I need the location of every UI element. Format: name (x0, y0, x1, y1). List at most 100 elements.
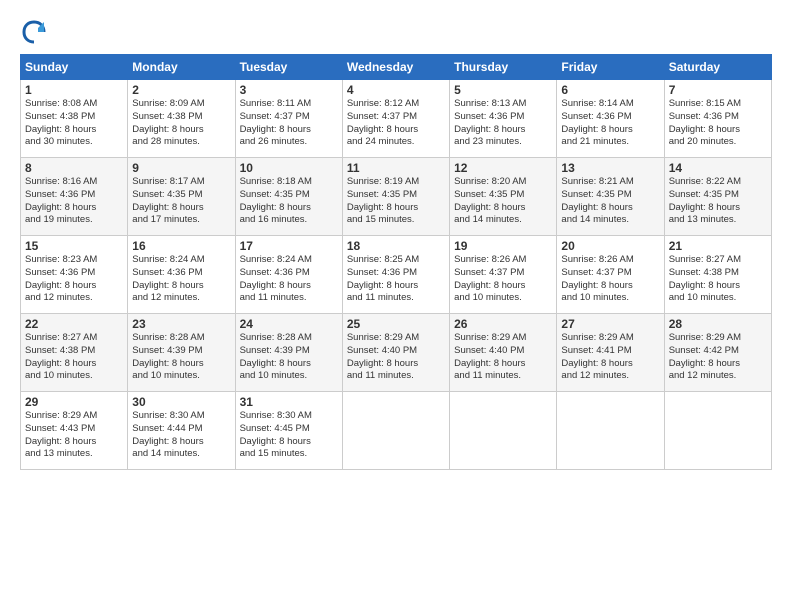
col-header-friday: Friday (557, 55, 664, 80)
day-cell: 28Sunrise: 8:29 AM Sunset: 4:42 PM Dayli… (664, 314, 771, 392)
day-cell: 13Sunrise: 8:21 AM Sunset: 4:35 PM Dayli… (557, 158, 664, 236)
day-number: 12 (454, 161, 552, 175)
day-number: 4 (347, 83, 445, 97)
day-info: Sunrise: 8:12 AM Sunset: 4:37 PM Dayligh… (347, 98, 445, 149)
day-number: 30 (132, 395, 230, 409)
day-info: Sunrise: 8:23 AM Sunset: 4:36 PM Dayligh… (25, 254, 123, 305)
day-number: 28 (669, 317, 767, 331)
day-number: 18 (347, 239, 445, 253)
day-cell: 16Sunrise: 8:24 AM Sunset: 4:36 PM Dayli… (128, 236, 235, 314)
week-row-5: 29Sunrise: 8:29 AM Sunset: 4:43 PM Dayli… (21, 392, 772, 470)
week-row-1: 1Sunrise: 8:08 AM Sunset: 4:38 PM Daylig… (21, 80, 772, 158)
day-number: 11 (347, 161, 445, 175)
day-cell: 24Sunrise: 8:28 AM Sunset: 4:39 PM Dayli… (235, 314, 342, 392)
day-cell: 30Sunrise: 8:30 AM Sunset: 4:44 PM Dayli… (128, 392, 235, 470)
day-number: 7 (669, 83, 767, 97)
day-info: Sunrise: 8:24 AM Sunset: 4:36 PM Dayligh… (240, 254, 338, 305)
day-cell: 4Sunrise: 8:12 AM Sunset: 4:37 PM Daylig… (342, 80, 449, 158)
day-number: 19 (454, 239, 552, 253)
header (20, 18, 772, 46)
day-cell: 19Sunrise: 8:26 AM Sunset: 4:37 PM Dayli… (450, 236, 557, 314)
day-number: 31 (240, 395, 338, 409)
day-info: Sunrise: 8:26 AM Sunset: 4:37 PM Dayligh… (454, 254, 552, 305)
day-cell: 26Sunrise: 8:29 AM Sunset: 4:40 PM Dayli… (450, 314, 557, 392)
day-cell (450, 392, 557, 470)
day-cell: 9Sunrise: 8:17 AM Sunset: 4:35 PM Daylig… (128, 158, 235, 236)
day-info: Sunrise: 8:20 AM Sunset: 4:35 PM Dayligh… (454, 176, 552, 227)
week-row-4: 22Sunrise: 8:27 AM Sunset: 4:38 PM Dayli… (21, 314, 772, 392)
day-number: 13 (561, 161, 659, 175)
day-number: 15 (25, 239, 123, 253)
day-cell: 14Sunrise: 8:22 AM Sunset: 4:35 PM Dayli… (664, 158, 771, 236)
day-info: Sunrise: 8:29 AM Sunset: 4:41 PM Dayligh… (561, 332, 659, 383)
day-number: 9 (132, 161, 230, 175)
day-cell: 15Sunrise: 8:23 AM Sunset: 4:36 PM Dayli… (21, 236, 128, 314)
day-number: 22 (25, 317, 123, 331)
day-info: Sunrise: 8:18 AM Sunset: 4:35 PM Dayligh… (240, 176, 338, 227)
col-header-sunday: Sunday (21, 55, 128, 80)
day-number: 25 (347, 317, 445, 331)
col-header-monday: Monday (128, 55, 235, 80)
day-cell: 21Sunrise: 8:27 AM Sunset: 4:38 PM Dayli… (664, 236, 771, 314)
day-cell: 11Sunrise: 8:19 AM Sunset: 4:35 PM Dayli… (342, 158, 449, 236)
day-number: 2 (132, 83, 230, 97)
day-info: Sunrise: 8:28 AM Sunset: 4:39 PM Dayligh… (132, 332, 230, 383)
day-number: 24 (240, 317, 338, 331)
header-row: SundayMondayTuesdayWednesdayThursdayFrid… (21, 55, 772, 80)
col-header-tuesday: Tuesday (235, 55, 342, 80)
day-number: 10 (240, 161, 338, 175)
day-info: Sunrise: 8:11 AM Sunset: 4:37 PM Dayligh… (240, 98, 338, 149)
day-cell: 18Sunrise: 8:25 AM Sunset: 4:36 PM Dayli… (342, 236, 449, 314)
day-info: Sunrise: 8:21 AM Sunset: 4:35 PM Dayligh… (561, 176, 659, 227)
day-info: Sunrise: 8:27 AM Sunset: 4:38 PM Dayligh… (669, 254, 767, 305)
day-cell: 1Sunrise: 8:08 AM Sunset: 4:38 PM Daylig… (21, 80, 128, 158)
day-number: 14 (669, 161, 767, 175)
day-info: Sunrise: 8:29 AM Sunset: 4:43 PM Dayligh… (25, 410, 123, 461)
day-number: 8 (25, 161, 123, 175)
day-info: Sunrise: 8:24 AM Sunset: 4:36 PM Dayligh… (132, 254, 230, 305)
day-cell: 7Sunrise: 8:15 AM Sunset: 4:36 PM Daylig… (664, 80, 771, 158)
day-number: 6 (561, 83, 659, 97)
day-info: Sunrise: 8:30 AM Sunset: 4:44 PM Dayligh… (132, 410, 230, 461)
day-number: 26 (454, 317, 552, 331)
day-info: Sunrise: 8:13 AM Sunset: 4:36 PM Dayligh… (454, 98, 552, 149)
col-header-saturday: Saturday (664, 55, 771, 80)
day-cell: 29Sunrise: 8:29 AM Sunset: 4:43 PM Dayli… (21, 392, 128, 470)
week-row-2: 8Sunrise: 8:16 AM Sunset: 4:36 PM Daylig… (21, 158, 772, 236)
page: SundayMondayTuesdayWednesdayThursdayFrid… (0, 0, 792, 612)
day-cell (342, 392, 449, 470)
day-number: 20 (561, 239, 659, 253)
day-number: 1 (25, 83, 123, 97)
day-cell: 25Sunrise: 8:29 AM Sunset: 4:40 PM Dayli… (342, 314, 449, 392)
day-info: Sunrise: 8:17 AM Sunset: 4:35 PM Dayligh… (132, 176, 230, 227)
day-cell (557, 392, 664, 470)
day-info: Sunrise: 8:15 AM Sunset: 4:36 PM Dayligh… (669, 98, 767, 149)
week-row-3: 15Sunrise: 8:23 AM Sunset: 4:36 PM Dayli… (21, 236, 772, 314)
col-header-wednesday: Wednesday (342, 55, 449, 80)
day-info: Sunrise: 8:27 AM Sunset: 4:38 PM Dayligh… (25, 332, 123, 383)
day-cell: 22Sunrise: 8:27 AM Sunset: 4:38 PM Dayli… (21, 314, 128, 392)
day-info: Sunrise: 8:19 AM Sunset: 4:35 PM Dayligh… (347, 176, 445, 227)
logo (20, 18, 52, 46)
day-cell: 5Sunrise: 8:13 AM Sunset: 4:36 PM Daylig… (450, 80, 557, 158)
day-info: Sunrise: 8:26 AM Sunset: 4:37 PM Dayligh… (561, 254, 659, 305)
day-number: 21 (669, 239, 767, 253)
day-number: 27 (561, 317, 659, 331)
day-cell: 2Sunrise: 8:09 AM Sunset: 4:38 PM Daylig… (128, 80, 235, 158)
day-cell: 20Sunrise: 8:26 AM Sunset: 4:37 PM Dayli… (557, 236, 664, 314)
day-cell: 31Sunrise: 8:30 AM Sunset: 4:45 PM Dayli… (235, 392, 342, 470)
calendar-table: SundayMondayTuesdayWednesdayThursdayFrid… (20, 54, 772, 470)
day-cell: 3Sunrise: 8:11 AM Sunset: 4:37 PM Daylig… (235, 80, 342, 158)
day-cell: 17Sunrise: 8:24 AM Sunset: 4:36 PM Dayli… (235, 236, 342, 314)
col-header-thursday: Thursday (450, 55, 557, 80)
day-info: Sunrise: 8:16 AM Sunset: 4:36 PM Dayligh… (25, 176, 123, 227)
day-info: Sunrise: 8:14 AM Sunset: 4:36 PM Dayligh… (561, 98, 659, 149)
day-cell: 8Sunrise: 8:16 AM Sunset: 4:36 PM Daylig… (21, 158, 128, 236)
day-info: Sunrise: 8:29 AM Sunset: 4:42 PM Dayligh… (669, 332, 767, 383)
day-cell: 6Sunrise: 8:14 AM Sunset: 4:36 PM Daylig… (557, 80, 664, 158)
day-number: 23 (132, 317, 230, 331)
day-info: Sunrise: 8:25 AM Sunset: 4:36 PM Dayligh… (347, 254, 445, 305)
logo-icon (20, 18, 48, 46)
day-cell: 10Sunrise: 8:18 AM Sunset: 4:35 PM Dayli… (235, 158, 342, 236)
day-number: 29 (25, 395, 123, 409)
